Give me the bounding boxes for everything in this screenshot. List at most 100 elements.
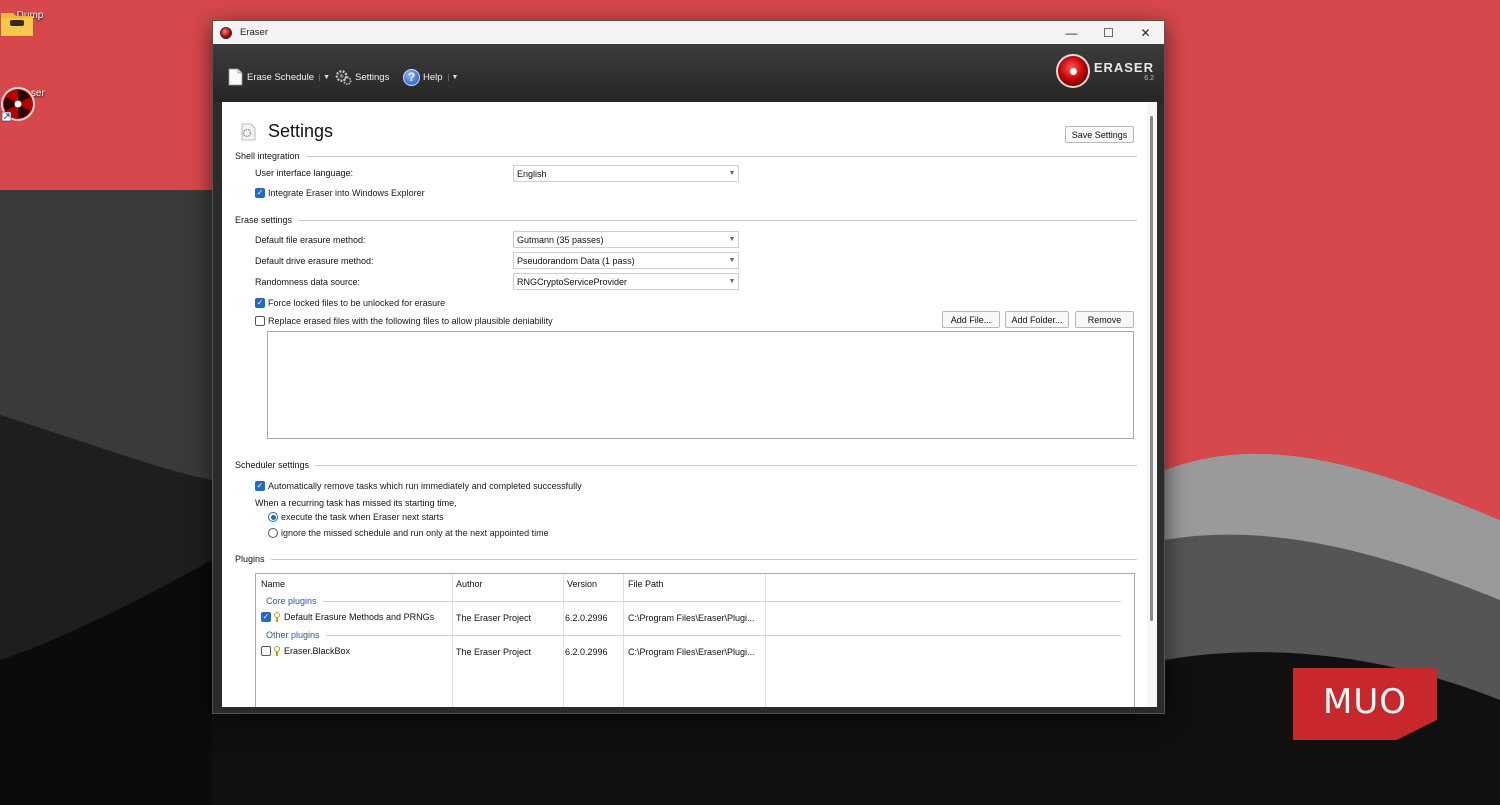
group-other-plugins: Other plugins xyxy=(266,630,1121,640)
settings-label: Settings xyxy=(355,71,390,83)
eraser-window: Eraser — ☐ ✕ Erase Schedule ▼ Settings ?… xyxy=(212,20,1165,714)
plugin-version: 6.2.0.2996 xyxy=(565,647,608,657)
execute-option-label: execute the task when Eraser next starts xyxy=(281,512,444,522)
radio-unselected-icon xyxy=(268,528,278,538)
key-icon xyxy=(274,612,280,622)
column-header-name[interactable]: Name xyxy=(261,579,285,589)
vertical-scrollbar[interactable] xyxy=(1147,102,1157,707)
dropdown-arrow-icon[interactable]: ▼ xyxy=(447,73,458,81)
gear-icon xyxy=(335,68,352,86)
randomness-select[interactable]: RNGCryptoServiceProvider ▼ xyxy=(513,273,739,290)
document-icon xyxy=(227,68,244,86)
group-core-plugins: Core plugins xyxy=(266,596,1121,606)
help-label: Help xyxy=(423,71,443,83)
erase-schedule-button[interactable]: Erase Schedule ▼ xyxy=(227,68,330,86)
drive-method-label: Default drive erasure method: xyxy=(255,256,374,266)
eraser-app-icon xyxy=(1,87,35,122)
section-scheduler-settings: Scheduler settings xyxy=(235,460,1137,470)
radio-execute-next-start[interactable]: execute the task when Eraser next starts xyxy=(268,512,444,522)
app-icon xyxy=(220,26,232,39)
radio-selected-icon xyxy=(268,512,278,522)
scrollbar-thumb[interactable] xyxy=(1150,116,1153,621)
drive-method-select[interactable]: Pseudorandom Data (1 pass) ▼ xyxy=(513,252,739,269)
column-header-file-path[interactable]: File Path xyxy=(628,579,664,589)
force-unlock-label: Force locked files to be unlocked for er… xyxy=(268,298,446,308)
eraser-brand-logo: ERASER 6.2 xyxy=(1055,54,1154,88)
table-row[interactable]: Eraser.BlackBox xyxy=(261,646,350,656)
help-icon: ? xyxy=(403,68,420,86)
language-select[interactable]: English ▼ xyxy=(513,165,739,182)
plugin-author: The Eraser Project xyxy=(456,613,532,623)
add-file-button[interactable]: Add File... xyxy=(942,311,1000,328)
settings-button[interactable]: Settings xyxy=(335,68,389,86)
replacement-files-list[interactable] xyxy=(267,331,1134,439)
settings-panel: Settings Save Settings Shell integration… xyxy=(222,102,1157,707)
save-settings-button[interactable]: Save Settings xyxy=(1065,126,1134,143)
language-label: User interface language: xyxy=(255,168,354,178)
section-shell-integration: Shell integration xyxy=(235,151,1137,161)
desktop-icon-dump[interactable]: Dump xyxy=(0,8,60,36)
ignore-option-label: ignore the missed schedule and run only … xyxy=(281,528,549,538)
section-plugins: Plugins xyxy=(235,554,1137,564)
column-header-version[interactable]: Version xyxy=(567,579,597,589)
close-button[interactable]: ✕ xyxy=(1127,21,1164,44)
help-button[interactable]: ? Help ▼ xyxy=(403,68,458,86)
checkbox-unchecked-icon xyxy=(255,316,265,326)
key-icon xyxy=(274,646,280,656)
plugin-version: 6.2.0.2996 xyxy=(565,613,608,623)
drive-method-value: Pseudorandom Data (1 pass) xyxy=(517,255,635,266)
brand-version: 6.2 xyxy=(1144,74,1154,82)
dropdown-arrow-icon[interactable]: ▼ xyxy=(319,73,330,81)
chevron-down-icon: ▼ xyxy=(728,257,736,264)
remove-button[interactable]: Remove xyxy=(1075,311,1134,328)
missed-task-label: When a recurring task has missed its sta… xyxy=(255,498,457,508)
minimize-button[interactable]: — xyxy=(1053,21,1090,44)
title-bar[interactable]: Eraser — ☐ ✕ xyxy=(213,21,1164,44)
randomness-value: RNGCryptoServiceProvider xyxy=(517,276,628,287)
plugin-path: C:\Program Files\Eraser\Plugi... xyxy=(628,647,755,657)
plugin-name: Default Erasure Methods and PRNGs xyxy=(284,612,435,622)
desktop-icon-eraser[interactable]: Eraser xyxy=(0,86,60,122)
table-row[interactable]: ✓ Default Erasure Methods and PRNGs xyxy=(261,612,434,622)
section-erase-settings: Erase settings xyxy=(235,215,1137,225)
chevron-down-icon: ▼ xyxy=(728,170,736,177)
integrate-explorer-label: Integrate Eraser into Windows Explorer xyxy=(268,188,425,198)
checkbox-unchecked-icon[interactable] xyxy=(261,646,271,656)
checkbox-checked-icon: ✓ xyxy=(255,298,265,308)
file-method-select[interactable]: Gutmann (35 passes) ▼ xyxy=(513,231,739,248)
plugin-name: Eraser.BlackBox xyxy=(284,646,351,656)
file-method-label: Default file erasure method: xyxy=(255,235,366,245)
column-header-author[interactable]: Author xyxy=(456,579,483,589)
replace-files-label: Replace erased files with the following … xyxy=(268,316,553,326)
erase-schedule-label: Erase Schedule xyxy=(247,71,315,83)
radio-ignore-missed[interactable]: ignore the missed schedule and run only … xyxy=(268,528,549,538)
auto-remove-checkbox[interactable]: ✓ Automatically remove tasks which run i… xyxy=(255,481,582,491)
plugins-table[interactable]: Name Author Version File Path Core plugi… xyxy=(255,573,1135,707)
checkbox-checked-icon[interactable]: ✓ xyxy=(261,612,271,622)
force-unlock-checkbox[interactable]: ✓ Force locked files to be unlocked for … xyxy=(255,298,445,308)
column-divider xyxy=(256,574,453,707)
column-divider xyxy=(453,574,564,707)
page-title: Settings xyxy=(268,121,334,141)
toolbar: Erase Schedule ▼ Settings ? Help ▼ ERASE… xyxy=(213,44,1164,102)
chevron-down-icon: ▼ xyxy=(728,236,736,243)
folder-icon xyxy=(1,13,33,36)
brand-name: ERASER xyxy=(1093,59,1154,75)
eraser-logo-icon xyxy=(1055,54,1090,88)
auto-remove-label: Automatically remove tasks which run imm… xyxy=(268,481,582,491)
plugin-path: C:\Program Files\Eraser\Plugi... xyxy=(628,613,755,623)
plugin-author: The Eraser Project xyxy=(456,647,532,657)
integrate-explorer-checkbox[interactable]: ✓ Integrate Eraser into Windows Explorer xyxy=(255,188,425,198)
chevron-down-icon: ▼ xyxy=(728,278,736,285)
add-folder-button[interactable]: Add Folder... xyxy=(1005,311,1069,328)
file-method-value: Gutmann (35 passes) xyxy=(517,234,604,245)
column-divider xyxy=(624,574,766,707)
window-title: Eraser xyxy=(240,27,268,38)
randomness-label: Randomness data source: xyxy=(255,277,361,287)
column-divider xyxy=(564,574,624,707)
language-value: English xyxy=(517,168,547,179)
maximize-button[interactable]: ☐ xyxy=(1090,21,1127,44)
replace-files-checkbox[interactable]: Replace erased files with the following … xyxy=(255,316,553,326)
muo-watermark: MUO xyxy=(1293,668,1437,740)
settings-page-icon xyxy=(241,123,256,141)
